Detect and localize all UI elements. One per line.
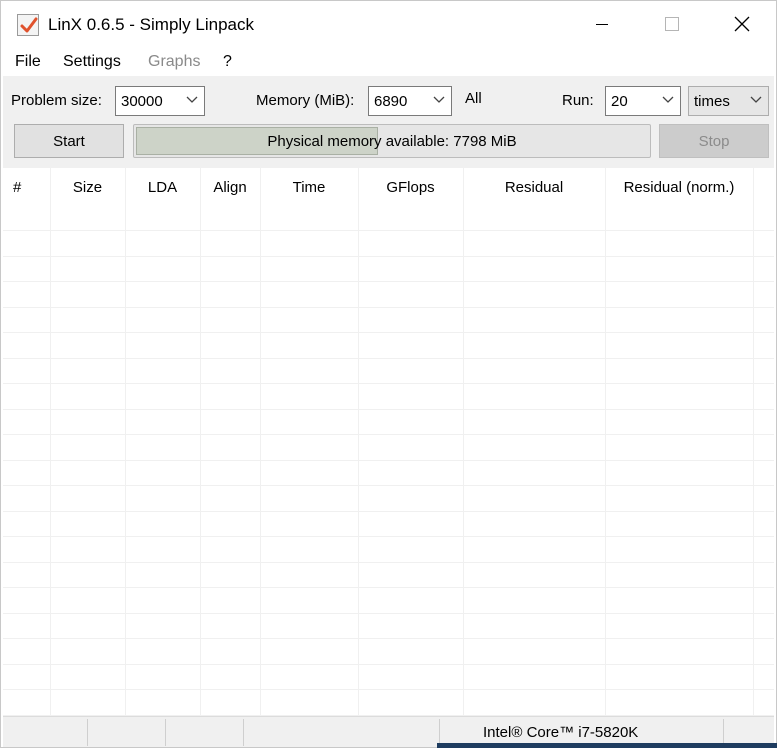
row-divider bbox=[3, 638, 774, 639]
controls-panel: Problem size: 30000 Memory (MiB): 6890 A… bbox=[3, 76, 774, 168]
column-header-time[interactable]: Time bbox=[260, 168, 358, 206]
run-count-value: 20 bbox=[611, 93, 628, 110]
window-title: LinX 0.6.5 - Simply Linpack bbox=[48, 15, 254, 34]
row-divider bbox=[3, 358, 774, 359]
stop-button[interactable]: Stop bbox=[659, 124, 769, 158]
status-divider bbox=[723, 719, 724, 746]
minimize-button[interactable] bbox=[567, 1, 637, 47]
column-header-align[interactable]: Align bbox=[200, 168, 260, 206]
column-divider bbox=[358, 168, 359, 716]
column-header-hash[interactable]: # bbox=[3, 168, 50, 206]
row-divider bbox=[3, 587, 774, 588]
checkmark-app-icon bbox=[17, 14, 39, 36]
table-header: # Size LDA Align Time GFlops Residual Residual … bbox=[3, 168, 774, 206]
run-label: Run: bbox=[562, 92, 594, 109]
row-divider bbox=[3, 562, 774, 563]
problem-size-select[interactable]: 30000 bbox=[115, 86, 205, 116]
column-header-residual-norm[interactable]: Residual (norm.) bbox=[605, 168, 753, 206]
row-divider bbox=[3, 230, 774, 231]
row-divider bbox=[3, 664, 774, 665]
cpu-name: Intel® Core™ i7-5820K bbox=[483, 724, 639, 741]
problem-size-label: Problem size: bbox=[11, 92, 102, 109]
maximize-button[interactable] bbox=[637, 1, 707, 47]
progress-text: Physical memory available: 7798 MiB bbox=[267, 133, 517, 150]
run-unit-value: times bbox=[694, 93, 730, 110]
row-divider bbox=[3, 689, 774, 690]
row-divider bbox=[3, 485, 774, 486]
row-divider bbox=[3, 434, 774, 435]
memory-progress-bar: Physical memory available: 7798 MiB bbox=[133, 124, 651, 158]
title-bar[interactable]: LinX 0.6.5 - Simply Linpack bbox=[1, 1, 776, 47]
chevron-down-icon bbox=[186, 96, 198, 103]
all-memory-toggle[interactable]: All bbox=[465, 90, 482, 107]
column-divider bbox=[200, 168, 201, 716]
memory-label: Memory (MiB): bbox=[256, 92, 355, 109]
chevron-down-icon bbox=[433, 96, 445, 103]
memory-value: 6890 bbox=[374, 93, 408, 110]
status-divider bbox=[439, 719, 440, 746]
column-header-gflops[interactable]: GFlops bbox=[358, 168, 463, 206]
menu-file[interactable]: File bbox=[15, 53, 41, 71]
menu-help[interactable]: ? bbox=[223, 53, 232, 71]
status-divider bbox=[243, 719, 244, 746]
start-button[interactable]: Start bbox=[14, 124, 124, 158]
chevron-down-icon bbox=[750, 96, 762, 103]
results-table[interactable]: # Size LDA Align Time GFlops Residual Residual … bbox=[3, 168, 774, 716]
row-divider bbox=[3, 511, 774, 512]
chevron-down-icon bbox=[662, 96, 674, 103]
menu-bar: File Settings Graphs ? bbox=[1, 47, 776, 75]
menu-graphs[interactable]: Graphs bbox=[148, 53, 200, 71]
row-divider bbox=[3, 409, 774, 410]
row-divider bbox=[3, 536, 774, 537]
run-count-select[interactable]: 20 bbox=[605, 86, 681, 116]
column-divider bbox=[50, 168, 51, 716]
row-divider bbox=[3, 281, 774, 282]
row-divider bbox=[3, 383, 774, 384]
run-unit-select[interactable]: times bbox=[688, 86, 769, 116]
maximize-icon bbox=[665, 17, 679, 31]
problem-size-value: 30000 bbox=[121, 93, 163, 110]
row-divider bbox=[3, 613, 774, 614]
column-divider bbox=[260, 168, 261, 716]
column-divider bbox=[125, 168, 126, 716]
column-header-size[interactable]: Size bbox=[50, 168, 125, 206]
menu-settings[interactable]: Settings bbox=[63, 53, 121, 71]
close-icon bbox=[734, 16, 750, 32]
column-header-lda[interactable]: LDA bbox=[125, 168, 200, 206]
column-divider bbox=[753, 168, 754, 716]
memory-select[interactable]: 6890 bbox=[368, 86, 452, 116]
status-divider bbox=[87, 719, 88, 746]
row-divider bbox=[3, 332, 774, 333]
app-window: LinX 0.6.5 - Simply Linpack File Setting… bbox=[0, 0, 777, 748]
row-divider bbox=[3, 307, 774, 308]
column-divider bbox=[463, 168, 464, 716]
column-divider bbox=[605, 168, 606, 716]
column-header-residual[interactable]: Residual bbox=[463, 168, 605, 206]
close-button[interactable] bbox=[707, 1, 777, 47]
minimize-icon bbox=[596, 23, 608, 25]
row-divider bbox=[3, 460, 774, 461]
row-divider bbox=[3, 256, 774, 257]
status-divider bbox=[165, 719, 166, 746]
taskbar-accent bbox=[437, 743, 777, 748]
